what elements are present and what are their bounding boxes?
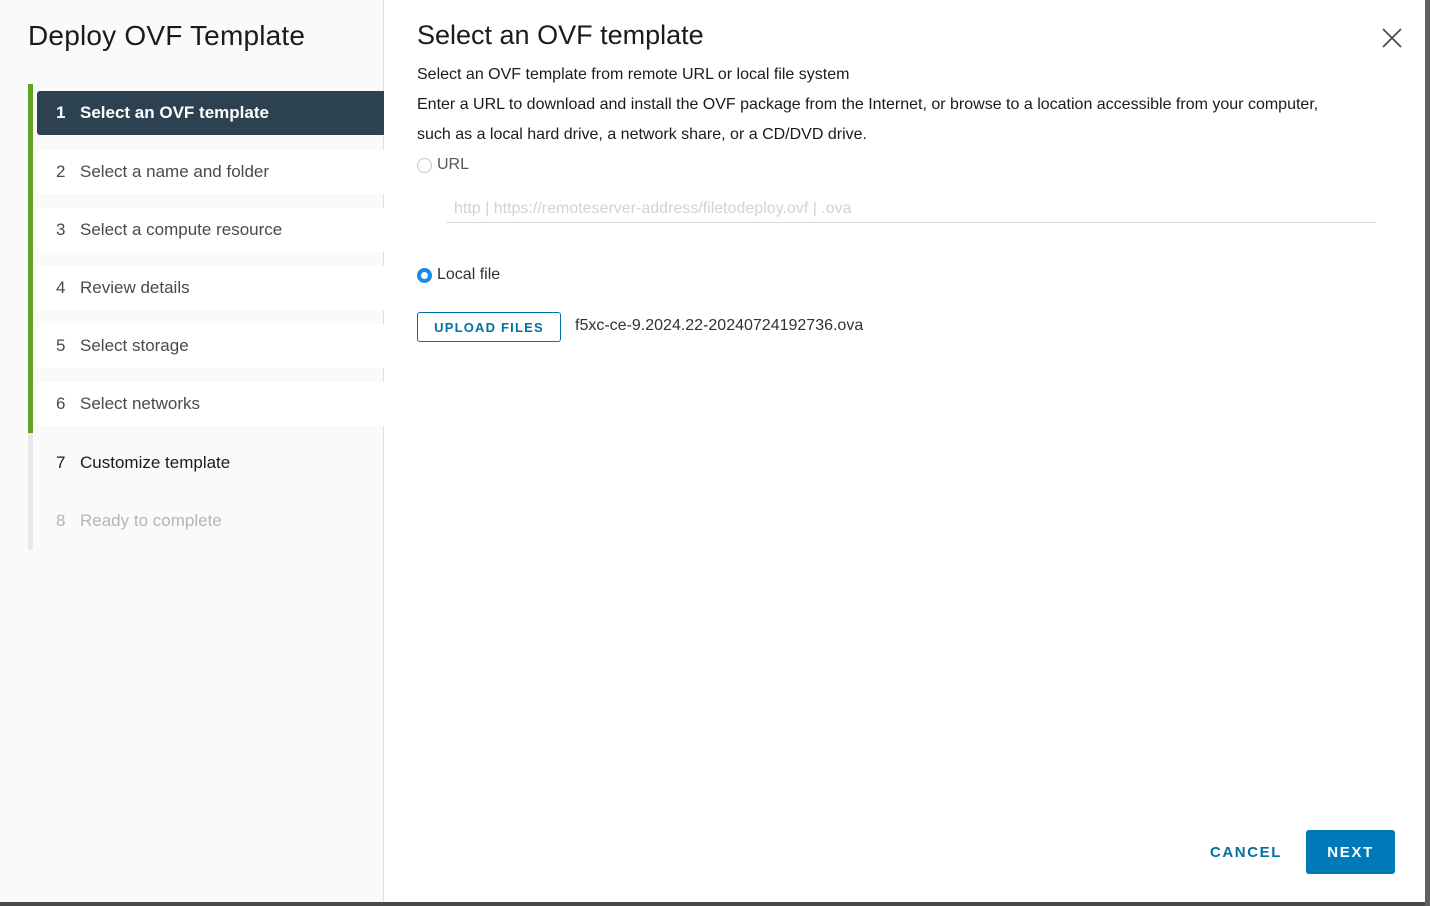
step-number: 4 bbox=[56, 278, 66, 297]
local-file-radio-option[interactable]: Local file bbox=[417, 266, 500, 284]
step-number: 6 bbox=[56, 394, 66, 413]
step-select-storage[interactable]: 5 Select storage bbox=[37, 324, 384, 368]
cancel-button[interactable]: CANCEL bbox=[1196, 830, 1296, 874]
page-subtitle: Select an OVF template from remote URL o… bbox=[417, 66, 850, 83]
page-title: Select an OVF template bbox=[417, 20, 704, 50]
step-number: 8 bbox=[56, 511, 66, 530]
selected-file-name: f5xc-ce-9.2024.22-20240724192736.ova bbox=[575, 317, 864, 334]
wizard-sidebar: Deploy OVF Template 1 Select an OVF temp… bbox=[0, 0, 384, 902]
step-select-compute-resource[interactable]: 3 Select a compute resource bbox=[37, 208, 384, 252]
step-label: Select networks bbox=[80, 394, 200, 413]
step-label: Select an OVF template bbox=[80, 103, 269, 122]
deploy-ovf-dialog: Deploy OVF Template 1 Select an OVF temp… bbox=[0, 0, 1425, 902]
step-label: Select storage bbox=[80, 336, 189, 355]
next-button[interactable]: NEXT bbox=[1306, 830, 1395, 874]
close-icon bbox=[1382, 28, 1402, 48]
step-label: Ready to complete bbox=[80, 511, 222, 530]
close-button[interactable] bbox=[1380, 26, 1404, 50]
background-app-edge bbox=[1425, 0, 1430, 906]
url-input[interactable] bbox=[446, 195, 1376, 223]
wizard-title: Deploy OVF Template bbox=[28, 20, 306, 51]
url-radio-label: URL bbox=[437, 156, 470, 173]
step-customize-template[interactable]: 7 Customize template bbox=[37, 441, 384, 485]
step-number: 2 bbox=[56, 162, 66, 181]
step-label: Select a name and folder bbox=[80, 162, 270, 181]
background-app-strip bbox=[0, 902, 1430, 906]
step-select-ovf-template[interactable]: 1 Select an OVF template bbox=[37, 91, 384, 135]
local-file-radio-label: Local file bbox=[437, 266, 501, 283]
step-review-details[interactable]: 4 Review details bbox=[37, 266, 384, 310]
wizard-content: Select an OVF template Select an OVF tem… bbox=[384, 0, 1425, 902]
step-number: 1 bbox=[56, 103, 66, 122]
step-number: 3 bbox=[56, 220, 66, 239]
steps-progress-completed bbox=[28, 84, 33, 433]
step-select-name-folder[interactable]: 2 Select a name and folder bbox=[37, 150, 384, 194]
url-radio-option[interactable]: URL bbox=[417, 156, 469, 174]
upload-files-button[interactable]: UPLOAD FILES bbox=[417, 312, 561, 342]
step-label: Review details bbox=[80, 278, 190, 297]
step-ready-to-complete: 8 Ready to complete bbox=[37, 499, 384, 543]
step-number: 5 bbox=[56, 336, 66, 355]
step-select-networks[interactable]: 6 Select networks bbox=[37, 382, 384, 426]
step-number: 7 bbox=[56, 453, 66, 472]
step-label: Select a compute resource bbox=[80, 220, 283, 239]
local-file-radio-button[interactable] bbox=[417, 267, 432, 283]
page-description: Enter a URL to download and install the … bbox=[417, 96, 1319, 143]
url-radio-button[interactable] bbox=[417, 157, 432, 173]
step-label: Customize template bbox=[80, 453, 231, 472]
